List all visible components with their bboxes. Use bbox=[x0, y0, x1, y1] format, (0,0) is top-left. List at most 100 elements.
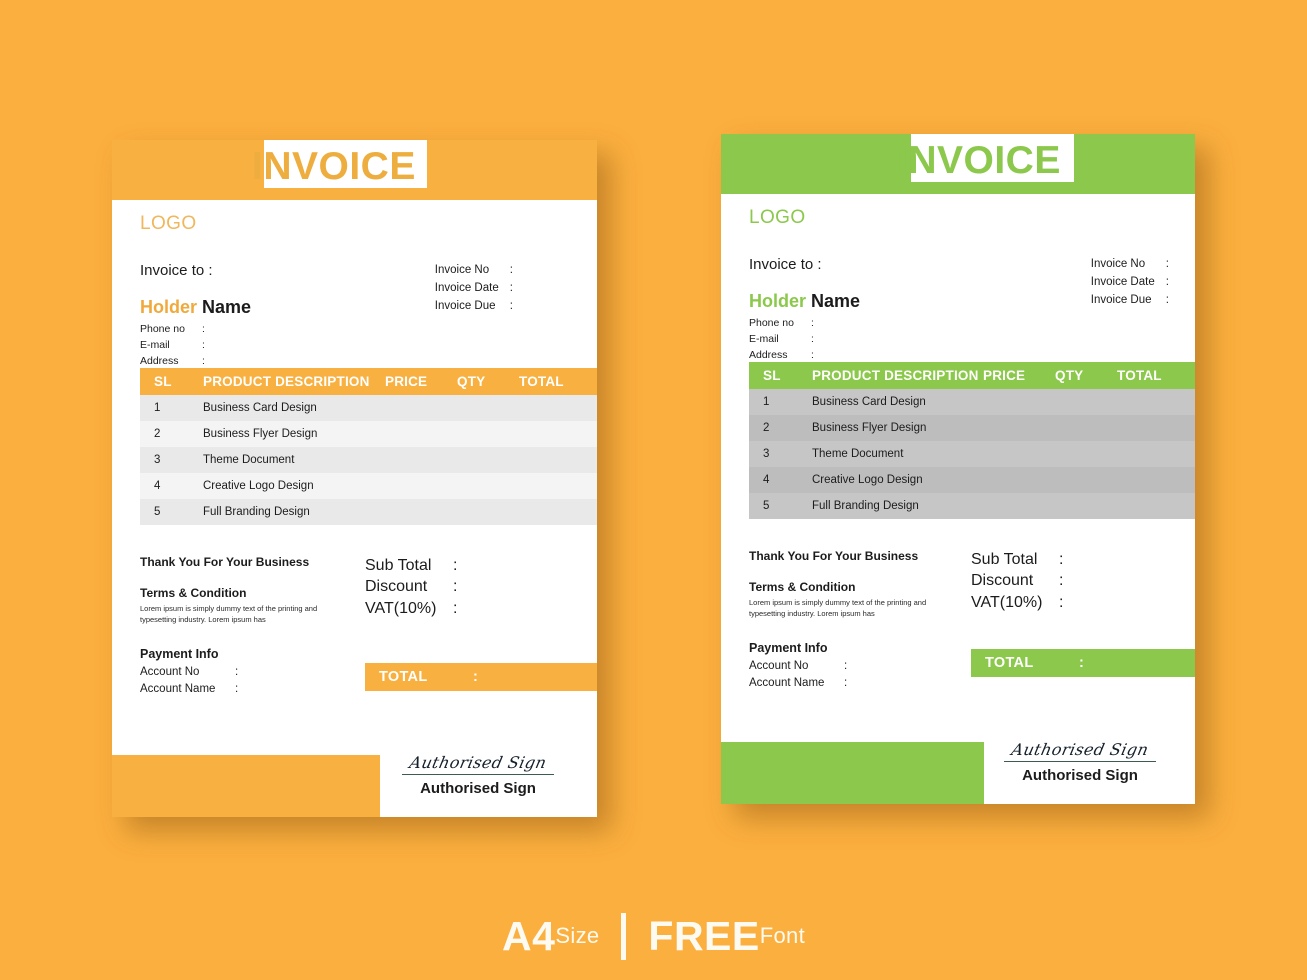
logo-text: LOGO bbox=[140, 213, 197, 234]
grand-total-label: TOTAL bbox=[985, 655, 1034, 671]
poster-stage: INVOICE LOGO Invoice to : Holder Name Ph… bbox=[0, 0, 1307, 980]
cell-description: Business Card Design bbox=[203, 402, 317, 414]
cell-description: Creative Logo Design bbox=[812, 474, 923, 486]
signature-label: Authorised Sign bbox=[1022, 767, 1138, 784]
cell-sl: 5 bbox=[154, 506, 161, 518]
contact-address: Address: bbox=[140, 355, 205, 368]
table-row: 5 Full Branding Design bbox=[749, 493, 1195, 519]
signature-block: Authorised Sign Authorised Sign bbox=[383, 752, 573, 797]
signature-script-text: Authorised Sign bbox=[1009, 739, 1151, 759]
cell-sl: 4 bbox=[763, 474, 770, 486]
cell-description: Business Flyer Design bbox=[812, 422, 927, 434]
table-row: 4 Creative Logo Design bbox=[140, 473, 597, 499]
signature-rule bbox=[402, 773, 554, 775]
meta-invoice-no: Invoice No: bbox=[1090, 258, 1169, 270]
terms-title: Terms & Condition bbox=[749, 580, 856, 594]
invoice-page-orange: INVOICE LOGO Invoice to : Holder Name Ph… bbox=[112, 140, 597, 817]
cell-sl: 3 bbox=[763, 448, 770, 460]
column-header-qty: QTY bbox=[457, 374, 486, 389]
signature-script-text: Authorised Sign bbox=[407, 752, 549, 772]
cell-sl: 5 bbox=[763, 500, 770, 512]
holder-rest-word: Name bbox=[197, 297, 252, 317]
table-row: 3 Theme Document bbox=[140, 447, 597, 473]
grand-total-label: TOTAL bbox=[379, 669, 428, 685]
column-header-sl: SL bbox=[763, 368, 781, 383]
terms-title: Terms & Condition bbox=[140, 586, 247, 600]
contact-list: Phone no: E-mail: Address: bbox=[749, 315, 1167, 364]
cell-description: Theme Document bbox=[203, 454, 295, 466]
signature-block: Authorised Sign Authorised Sign bbox=[985, 739, 1175, 784]
invoice-title: INVOICE bbox=[897, 139, 1061, 182]
sum-vat: VAT(10%): bbox=[971, 593, 1064, 611]
contact-phone: Phone no: bbox=[749, 316, 814, 329]
contact-address: Address: bbox=[749, 349, 814, 362]
cell-sl: 1 bbox=[154, 402, 161, 414]
holder-accent-word: Holder bbox=[749, 291, 807, 311]
invoice-header: INVOICE bbox=[112, 140, 597, 200]
meta-invoice-date: Invoice Date: bbox=[1090, 275, 1169, 288]
grand-total-bar: TOTAL: bbox=[365, 663, 597, 691]
signature-label: Authorised Sign bbox=[420, 780, 536, 797]
sum-subtotal: Sub Total: bbox=[971, 551, 1064, 568]
column-header-description: PRODUCT DESCRIPTION bbox=[203, 374, 370, 389]
table-row: 1 Business Card Design bbox=[140, 395, 597, 421]
footer-color-bar bbox=[112, 755, 380, 817]
grand-total-bar: TOTAL: bbox=[971, 649, 1195, 677]
cell-description: Business Flyer Design bbox=[203, 428, 318, 440]
cell-description: Full Branding Design bbox=[203, 506, 310, 518]
table-body: 1 Business Card Design 2 Business Flyer … bbox=[749, 389, 1195, 519]
invoice-header: INVOICE bbox=[721, 134, 1195, 194]
logo-text: LOGO bbox=[749, 207, 806, 228]
summary-section: Thank You For Your Business Terms & Cond… bbox=[721, 549, 1195, 705]
meta-invoice-due: Invoice Due: bbox=[1090, 293, 1169, 306]
table-header-row: SL PRODUCT DESCRIPTION PRICE QTY TOTAL bbox=[140, 368, 597, 395]
cell-description: Theme Document bbox=[812, 448, 904, 460]
totals-list: Sub Total: Discount: VAT(10%): bbox=[365, 555, 457, 619]
cell-sl: 3 bbox=[154, 454, 161, 466]
table-row: 2 Business Flyer Design bbox=[140, 421, 597, 447]
sum-subtotal: Sub Total: bbox=[365, 557, 458, 574]
summary-section: Thank You For Your Business Terms & Cond… bbox=[112, 555, 597, 711]
terms-body: Lorem ipsum is simply dummy text of the … bbox=[140, 604, 318, 624]
totals-list: Sub Total: Discount: VAT(10%): bbox=[971, 549, 1063, 613]
cell-description: Business Card Design bbox=[812, 396, 926, 408]
invoice-title: INVOICE bbox=[252, 145, 416, 188]
table-header-row: SL PRODUCT DESCRIPTION PRICE QTY TOTAL bbox=[749, 362, 1195, 389]
meta-invoice-date: Invoice Date: bbox=[434, 281, 513, 294]
column-header-description: PRODUCT DESCRIPTION bbox=[812, 368, 979, 383]
cell-sl: 2 bbox=[154, 428, 161, 440]
column-header-price: PRICE bbox=[385, 374, 428, 389]
column-header-sl: SL bbox=[154, 374, 172, 389]
column-header-total: TOTAL bbox=[1117, 368, 1162, 383]
caption-size-value: A4 bbox=[501, 912, 556, 959]
holder-accent-word: Holder bbox=[140, 297, 198, 317]
billing-block: Invoice to : Holder Name Phone no: E-mai… bbox=[721, 256, 1195, 361]
payment-account-name: Account Name: bbox=[749, 677, 848, 689]
payment-info-title: Payment Info bbox=[140, 646, 219, 661]
contact-email: E-mail: bbox=[140, 339, 205, 352]
sum-discount: Discount: bbox=[971, 572, 1064, 590]
poster-caption: A4 Size FREE Font bbox=[0, 905, 1307, 967]
contact-list: Phone no: E-mail: Address: bbox=[140, 321, 569, 370]
contact-phone: Phone no: bbox=[140, 322, 205, 335]
table-body: 1 Business Card Design 2 Business Flyer … bbox=[140, 395, 597, 525]
billing-block: Invoice to : Holder Name Phone no: E-mai… bbox=[112, 262, 597, 367]
table-row: 1 Business Card Design bbox=[749, 389, 1195, 415]
invoice-meta-list: Invoice No: Invoice Date: Invoice Due: bbox=[1091, 256, 1169, 309]
cell-sl: 4 bbox=[154, 480, 161, 492]
signature-rule bbox=[1004, 760, 1156, 762]
column-header-qty: QTY bbox=[1055, 368, 1084, 383]
meta-invoice-due: Invoice Due: bbox=[434, 299, 513, 312]
meta-invoice-no: Invoice No: bbox=[434, 264, 513, 276]
table-row: 2 Business Flyer Design bbox=[749, 415, 1195, 441]
contact-email: E-mail: bbox=[749, 333, 814, 346]
cell-sl: 1 bbox=[763, 396, 770, 408]
column-header-price: PRICE bbox=[983, 368, 1026, 383]
table-row: 5 Full Branding Design bbox=[140, 499, 597, 525]
table-row: 4 Creative Logo Design bbox=[749, 467, 1195, 493]
invoice-page-green: INVOICE LOGO Invoice to : Holder Name Ph… bbox=[721, 134, 1195, 804]
thank-you-text: Thank You For Your Business bbox=[749, 549, 919, 563]
table-row: 3 Theme Document bbox=[749, 441, 1195, 467]
column-header-total: TOTAL bbox=[519, 374, 564, 389]
caption-divider bbox=[621, 912, 627, 960]
